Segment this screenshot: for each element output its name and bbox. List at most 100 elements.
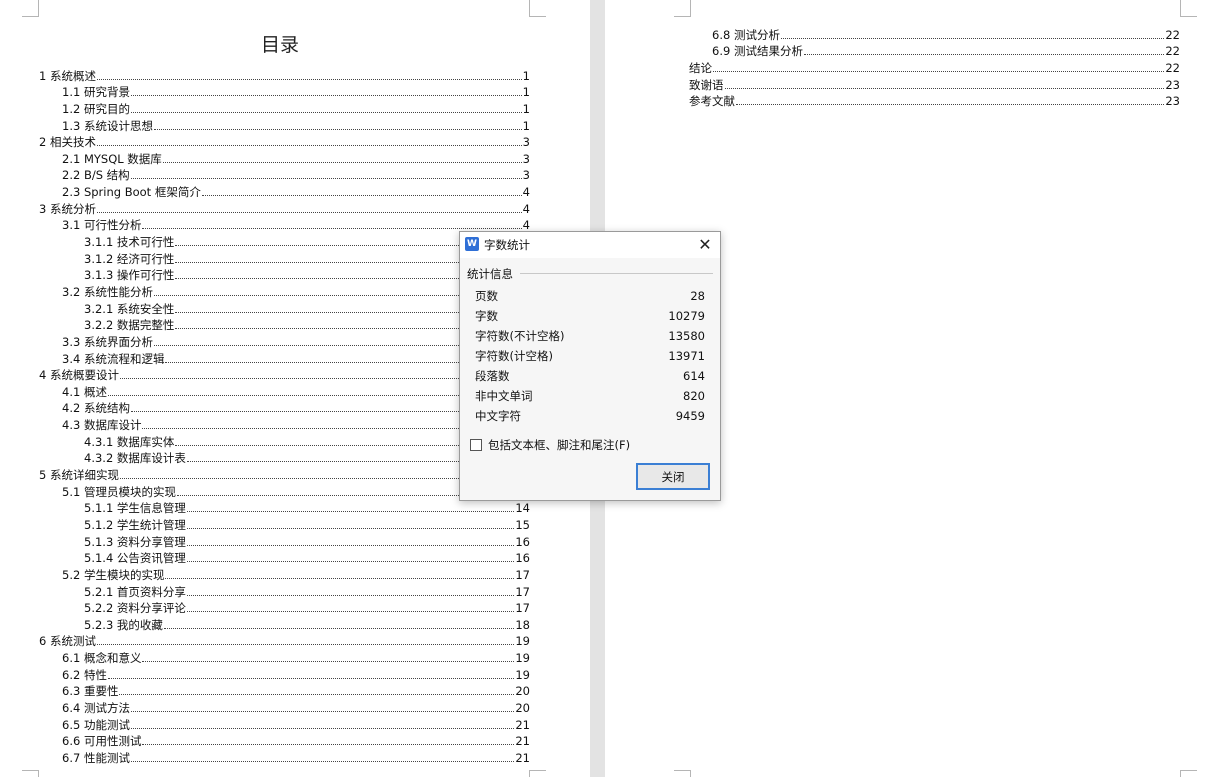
close-icon[interactable]: ✕ (696, 236, 714, 254)
toc-entry[interactable]: 3.2 系统性能分析 (39, 282, 530, 299)
toc-entry[interactable]: 1.3 系统设计思想 1 (39, 116, 530, 133)
toc-entry[interactable]: 5.2.3 我的收藏 18 (39, 615, 530, 632)
include-textbox-checkbox[interactable] (470, 439, 482, 451)
toc-entry[interactable]: 4.1 概述 (39, 382, 530, 399)
toc-dot-leader (96, 78, 522, 80)
toc-entry[interactable]: 6.1 概念和意义 19 (39, 648, 530, 665)
toc-entry-text: 5.2.2 资料分享评论 (84, 601, 186, 616)
toc-entry[interactable]: 4.2 系统结构 (39, 399, 530, 415)
toc-dot-leader (153, 128, 522, 130)
include-textbox-footnotes-option[interactable]: 包括文本框、脚注和尾注(F) (470, 437, 630, 453)
toc-entry[interactable]: 1 系统概述 1 (39, 66, 530, 83)
toc-page-number: 1 (522, 85, 530, 100)
stat-label: 页数 (475, 289, 498, 303)
toc-entry[interactable]: 5.1.1 学生信息管理 14 (39, 499, 530, 515)
toc-entry[interactable]: 5.1.4 公告资讯管理 16 (39, 549, 530, 566)
toc-entry[interactable]: 6.5 功能测试 21 (39, 715, 530, 732)
dialog-titlebar[interactable]: W 字数统计 ✕ (460, 232, 720, 258)
toc-dot-leader (142, 228, 522, 230)
toc-entry[interactable]: 5.2.1 首页资料分享 17 (39, 582, 530, 599)
toc-entry-text: 4.3.1 数据库实体 (84, 434, 175, 449)
toc-page-number: 1 (522, 118, 530, 133)
toc-entry[interactable]: 3.1 可行性分析 4 (39, 216, 530, 232)
toc-entry[interactable]: 6.2 特性 19 (39, 665, 530, 682)
toc-entry[interactable]: 3.3 系统界面分析 (39, 332, 530, 349)
toc-dot-leader (201, 195, 522, 197)
toc-dot-leader (186, 511, 515, 513)
toc-page-number: 3 (522, 168, 530, 183)
toc-entry[interactable]: 6.4 测试方法 20 (39, 698, 530, 715)
stat-label: 字符数(不计空格) (475, 329, 565, 343)
toc-dot-leader (107, 677, 515, 679)
toc-entry[interactable]: 1.1 研究背景 1 (39, 83, 530, 100)
toc-entry[interactable]: 3.1.1 技术可行性 (39, 232, 530, 249)
toc-entry-text: 3.2 系统性能分析 (62, 284, 153, 299)
toc-entry[interactable]: 2.2 B/S 结构 3 (39, 166, 530, 183)
toc-dot-leader (186, 561, 515, 563)
toc-entry-text: 1.3 系统设计思想 (62, 118, 153, 133)
toc-entry[interactable]: 5.2.2 资料分享评论 17 (39, 599, 530, 616)
page-corner-mark (22, 770, 39, 777)
toc-entry[interactable]: 3.2.1 系统安全性 (39, 299, 530, 316)
page-corner-mark (1180, 0, 1197, 17)
toc-dot-leader (780, 37, 1165, 39)
toc-entry[interactable]: 结论 22 (689, 58, 1180, 75)
toc-page-number: 16 (515, 551, 530, 566)
toc-list-right: 6.8 测试分析 22 6.9 测试结果分析 22 结论 22 致谢语 23 参考文献 23 (689, 25, 1180, 109)
toc-dot-leader (119, 694, 515, 696)
toc-entry[interactable]: 3.2.2 数据完整性 (39, 316, 530, 332)
toc-entry[interactable]: 3.1.2 经济可行性 (39, 249, 530, 266)
toc-entry-text: 6.7 性能测试 (62, 750, 130, 765)
stat-label: 段落数 (475, 369, 510, 383)
stat-row: 字数 10279 (475, 307, 705, 327)
close-button[interactable]: 关闭 (636, 463, 710, 490)
word-count-dialog: W 字数统计 ✕ 统计信息 页数 28 字数 10279 字符数(不计空格) 13580 字… (459, 231, 721, 501)
toc-entry-text: 参考文献 (689, 94, 735, 109)
toc-entry[interactable]: 3.4 系统流程和逻辑 (39, 349, 530, 366)
toc-entry[interactable]: 4.3.2 数据库设计表 (39, 449, 530, 465)
toc-entry[interactable]: 1.2 研究目的 1 (39, 99, 530, 116)
toc-entry[interactable]: 4 系统概要设计 (39, 366, 530, 383)
toc-entry[interactable]: 5.1 管理员模块的实现 (39, 482, 530, 499)
toc-entry[interactable]: 5.2 学生模块的实现 17 (39, 565, 530, 582)
toc-entry-text: 6.2 特性 (62, 667, 107, 682)
toc-page-number: 21 (515, 750, 530, 765)
toc-entry[interactable]: 5.1.2 学生统计管理 15 (39, 515, 530, 532)
toc-entry[interactable]: 4.3.1 数据库实体 (39, 432, 530, 449)
toc-title: 目录 (260, 34, 299, 56)
toc-entry[interactable]: 6.6 可用性测试 21 (39, 732, 530, 748)
toc-entry[interactable]: 4.3 数据库设计 (39, 415, 530, 432)
toc-entry[interactable]: 6.9 测试结果分析 22 (689, 42, 1180, 58)
toc-entry[interactable]: 参考文献 23 (689, 92, 1180, 109)
toc-entry[interactable]: 6 系统测试 19 (39, 632, 530, 648)
toc-entry[interactable]: 5 系统详细实现 (39, 465, 530, 482)
stat-label: 非中文单词 (475, 389, 533, 403)
toc-entry[interactable]: 2 相关技术 3 (39, 133, 530, 149)
toc-entry-text: 5.2.3 我的收藏 (84, 617, 163, 632)
toc-dot-leader (724, 87, 1165, 89)
checkbox-label: 包括文本框、脚注和尾注(F) (488, 438, 631, 452)
toc-page-number: 3 (522, 151, 530, 166)
stat-value: 10279 (668, 309, 705, 323)
toc-entry-text: 4 系统概要设计 (39, 368, 119, 383)
toc-entry[interactable]: 2.3 Spring Boot 框架简介 4 (39, 182, 530, 199)
toc-entry[interactable]: 6.7 性能测试 21 (39, 748, 530, 765)
toc-entry[interactable]: 6.8 测试分析 22 (689, 25, 1180, 42)
stat-value: 9459 (675, 409, 705, 423)
section-divider (520, 273, 713, 274)
toc-page-number: 20 (515, 700, 530, 715)
toc-entry[interactable]: 3 系统分析 4 (39, 199, 530, 216)
toc-entry[interactable]: 致谢语 23 (689, 75, 1180, 92)
toc-entry[interactable]: 5.1.3 资料分享管理 16 (39, 532, 530, 549)
toc-dot-leader (162, 161, 522, 163)
toc-entry-text: 5.1.4 公告资讯管理 (84, 551, 186, 566)
toc-dot-leader (96, 644, 515, 646)
toc-entry-text: 1.2 研究目的 (62, 101, 130, 116)
stat-value: 13971 (668, 349, 705, 363)
toc-entry-text: 6.8 测试分析 (712, 27, 780, 42)
toc-entry[interactable]: 2.1 MYSQL 数据库 3 (39, 149, 530, 166)
toc-page-number: 22 (1165, 27, 1180, 42)
toc-entry[interactable]: 6.3 重要性 20 (39, 682, 530, 698)
toc-entry[interactable]: 3.1.3 操作可行性 (39, 266, 530, 282)
toc-page-number: 23 (1165, 94, 1180, 109)
